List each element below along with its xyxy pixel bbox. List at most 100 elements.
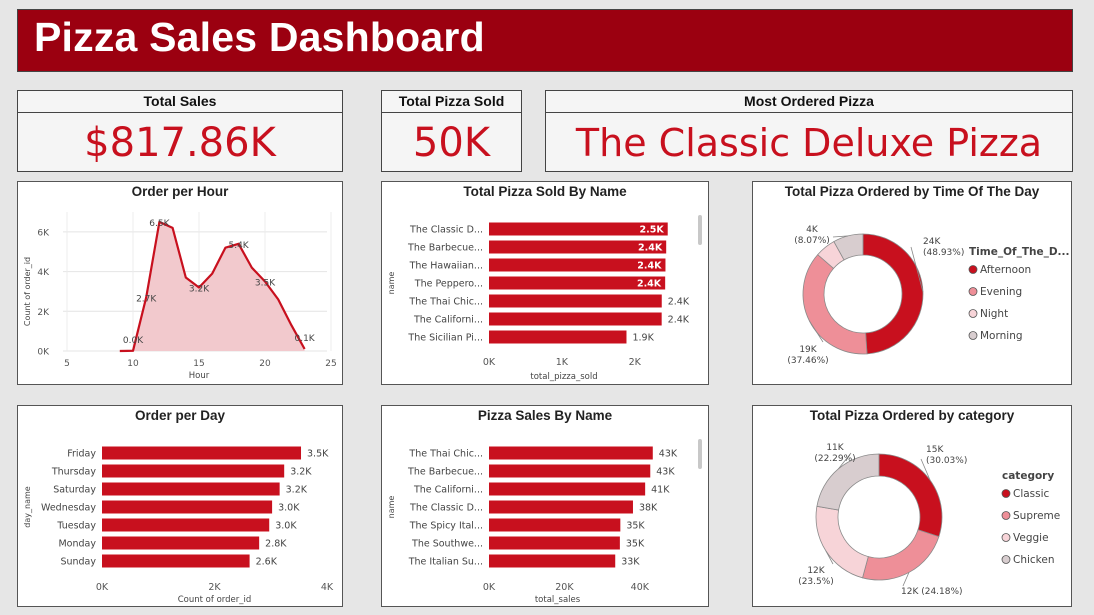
bar [489, 464, 651, 478]
x-axis-title: Hour [189, 371, 210, 381]
legend-item-label: Evening [980, 286, 1022, 298]
data-label: 35K [626, 521, 645, 532]
donut-slice [862, 233, 924, 355]
x-axis-title: Count of order_id [178, 595, 252, 605]
data-label: 2.4K [668, 315, 690, 326]
legend-item-label: Chicken [1013, 554, 1055, 566]
data-label: 2.5K [640, 225, 665, 236]
data-label: 33K [621, 557, 640, 568]
category-label: Thursday [51, 467, 97, 478]
category-label: The Peppero... [414, 279, 483, 290]
data-label: 12K [807, 566, 825, 576]
legend-marker [968, 265, 978, 274]
panel-time-of-day[interactable]: Total Pizza Ordered by Time Of The Day 2… [752, 181, 1072, 385]
bar [489, 554, 616, 568]
x-tick-label: 2K [208, 582, 221, 593]
bar [102, 518, 270, 532]
category-label: Sunday [60, 557, 96, 568]
data-label: 35K [626, 539, 645, 550]
x-tick-label: 5 [64, 359, 70, 369]
kpi-label: Total Sales [18, 91, 342, 113]
data-label: (22.29%) [814, 454, 855, 464]
kpi-most-ordered-pizza[interactable]: Most Ordered Pizza The Classic Deluxe Pi… [545, 90, 1073, 172]
data-label: 43K [659, 449, 678, 460]
kpi-value: 50K [412, 120, 491, 166]
category-label: The Barbecue... [407, 243, 483, 254]
y-axis-title: day_name [23, 486, 32, 527]
category-label: The Italian Su... [408, 557, 483, 568]
category-label: Tuesday [56, 521, 96, 532]
order-per-day-chart: day_name Friday 3.5K Thursday 3.2K Saturday 3.… [23, 446, 334, 605]
data-label: (30.03%) [926, 456, 967, 466]
data-label: 2.4K [637, 279, 662, 290]
legend-item-label: Morning [980, 330, 1023, 342]
legend-item-label: Veggie [1013, 532, 1049, 544]
x-tick-label: 25 [325, 359, 336, 369]
data-label: 2.4K [637, 261, 662, 272]
legend-marker [1001, 533, 1011, 542]
category-label: Wednesday [41, 503, 96, 514]
kpi-total-sales[interactable]: Total Sales $817.86K [17, 90, 343, 172]
data-label: 19K [799, 345, 817, 355]
bar [489, 330, 627, 344]
x-axis-title: total_pizza_sold [530, 372, 597, 382]
data-label: 4K [806, 225, 819, 235]
panel-by-category[interactable]: Total Pizza Ordered by category 15K (30.0… [752, 405, 1072, 607]
data-label: 3.5K [255, 279, 276, 289]
x-tick-label: 40K [631, 582, 650, 593]
x-tick-label: 0K [483, 357, 496, 368]
x-tick-label: 15 [193, 359, 204, 369]
data-label: (8.07%) [794, 236, 830, 246]
category-label: The Classic D... [409, 503, 483, 514]
data-label: 2.6K [256, 557, 278, 568]
data-label: 41K [651, 485, 670, 496]
legend-marker [1001, 511, 1011, 520]
bar [489, 518, 621, 532]
data-label: 2.7K [136, 294, 157, 304]
time-of-day-donut: 24K(48.93%) 19K(37.46%) 4K(8.07%) Time_Of_T… [787, 225, 1069, 366]
data-label: 3.0K [278, 503, 300, 514]
data-label: 43K [656, 467, 675, 478]
bar [102, 500, 273, 514]
data-label: 5.4K [228, 241, 249, 251]
data-label: 2.4K [638, 243, 663, 254]
kpi-total-pizza-sold[interactable]: Total Pizza Sold 50K [381, 90, 522, 172]
data-label: 3.2K [290, 467, 312, 478]
data-label: 15K [926, 445, 944, 455]
bar [102, 464, 285, 478]
bar [489, 500, 633, 514]
panel-order-per-day[interactable]: Order per Day day_name Friday 3.5K Thursday… [17, 405, 343, 607]
data-label: (23.5%) [798, 577, 834, 587]
category-label: Saturday [53, 485, 96, 496]
x-tick-label: 4K [321, 582, 334, 593]
panel-pizza-sold-by-name[interactable]: Total Pizza Sold By Name name The Classic… [381, 181, 709, 385]
category-label: The Sicilian Pi... [407, 333, 483, 344]
data-label: 38K [639, 503, 658, 514]
kpi-label: Total Pizza Sold [382, 91, 521, 113]
panel-sales-by-name[interactable]: Pizza Sales By Name name The Thai Chic...… [381, 405, 709, 607]
panel-order-per-hour[interactable]: Order per Hour 0K 2K 4K 6K 5 10 15 20 25 0.0K 2.7K… [17, 181, 343, 385]
legend-item-label: Afternoon [980, 264, 1031, 276]
legend-item-label: Classic [1013, 488, 1050, 500]
data-label: 0.1K [294, 334, 315, 344]
scrollbar [698, 439, 702, 469]
data-label: (48.93%) [923, 248, 964, 258]
data-label: (37.46%) [787, 356, 828, 366]
category-label: The Barbecue... [407, 467, 483, 478]
donut-slice [802, 254, 868, 355]
legend-item-label: Supreme [1013, 510, 1060, 522]
page-title: Pizza Sales Dashboard [34, 14, 485, 60]
legend-marker [1001, 555, 1011, 564]
donut-slice [862, 529, 940, 581]
data-label: 12K (24.18%) [901, 587, 963, 597]
legend-marker [1001, 489, 1011, 498]
legend-marker [968, 309, 978, 318]
data-label: 3.5K [307, 449, 329, 460]
scrollbar [698, 215, 702, 245]
category-label: Monday [58, 539, 96, 550]
bar [102, 446, 302, 460]
x-tick-label: 0K [483, 582, 496, 593]
bar [489, 294, 662, 308]
bar [102, 536, 260, 550]
category-label: Friday [67, 449, 96, 460]
